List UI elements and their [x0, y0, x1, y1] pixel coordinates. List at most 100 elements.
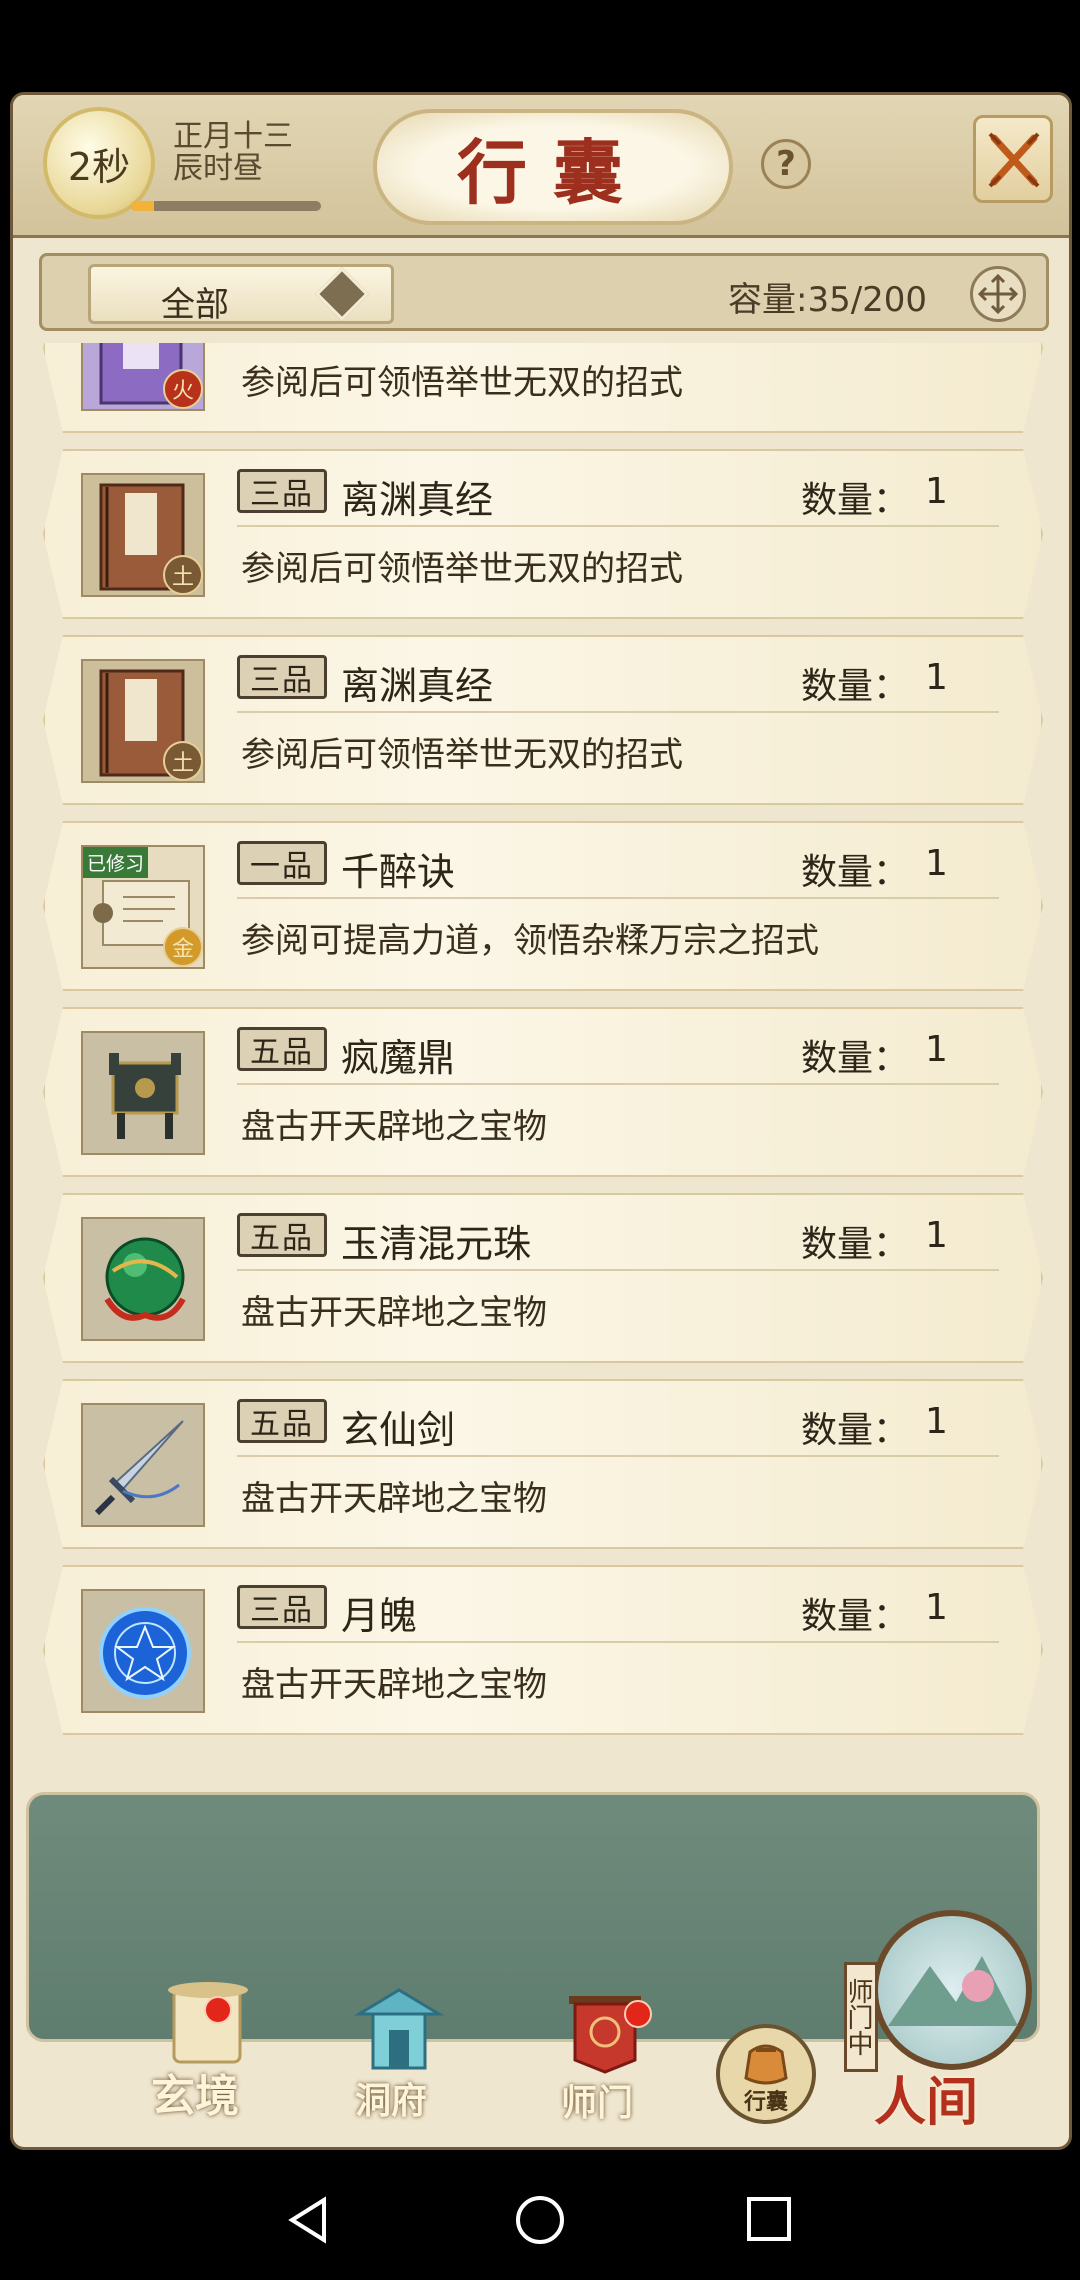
divider	[237, 711, 999, 713]
help-button[interactable]: ?	[761, 139, 811, 189]
quantity-value: 1	[925, 1401, 948, 1442]
grade-badge: 五品	[237, 1027, 327, 1071]
jade-orb-icon	[81, 1217, 205, 1341]
grade-badge: 三品	[237, 655, 327, 699]
list-item[interactable]: 三品 月魄 数量： 1 盘古开天辟地之宝物	[43, 1565, 1043, 1735]
learned-tag: 已修习	[83, 847, 149, 878]
element-badge: 金	[163, 927, 203, 967]
item-name: 离渊真经	[341, 664, 494, 708]
item-description: 盘古开天辟地之宝物	[241, 1479, 547, 1519]
grade-badge: 一品	[237, 841, 327, 885]
back-icon[interactable]	[286, 2196, 330, 2244]
sword-icon	[81, 1403, 205, 1527]
notification-dot	[204, 1996, 232, 2024]
brown-manual-icon: 土	[81, 473, 205, 597]
divider	[237, 897, 999, 899]
quantity-label: 数量：	[801, 1224, 910, 1265]
day-progress-bar	[131, 201, 321, 211]
item-description: 盘古开天辟地之宝物	[241, 1293, 547, 1333]
date-text: 正月十三 辰时昼	[173, 121, 293, 185]
grade-badge: 三品	[237, 469, 327, 513]
item-description: 盘古开天辟地之宝物	[241, 1665, 547, 1705]
nav-xuanjing[interactable]: 玄境	[120, 1980, 270, 2140]
nav-dongfu[interactable]: 洞府	[326, 1984, 456, 2134]
brown-manual-icon: 土	[81, 659, 205, 783]
item-name: 玉清混元珠	[341, 1222, 532, 1266]
scroll-icon: 已修习 金	[81, 845, 205, 969]
element-badge: 火	[163, 369, 203, 409]
item-name: 月魄	[341, 1594, 418, 1638]
home-icon[interactable]	[514, 2194, 566, 2246]
list-item[interactable]: 五品 玄仙剑 数量： 1 盘古开天辟地之宝物	[43, 1379, 1043, 1549]
nav-xingnang[interactable]: 行囊	[716, 2024, 816, 2124]
item-description: 参阅后可领悟举世无双的招式	[241, 549, 683, 589]
item-description: 参阅后可领悟举世无双的招式	[241, 363, 683, 403]
quantity-label: 数量：	[801, 1038, 910, 1079]
moon-orb-icon	[81, 1589, 205, 1713]
timer-text: 2秒	[67, 144, 131, 189]
item-name: 千醉诀	[341, 850, 456, 894]
item-description: 参阅后可领悟举世无双的招式	[241, 735, 683, 775]
system-nav-bar	[0, 2150, 1080, 2280]
quantity-value: 1	[925, 1029, 948, 1070]
divider	[237, 1641, 999, 1643]
quantity-label: 数量：	[801, 852, 910, 893]
page-title: 行囊	[373, 109, 733, 225]
landscape-orb-icon	[872, 1910, 1032, 2070]
list-item[interactable]: 已修习 金 一品 千醉诀 数量： 1 参阅可提高力道，领悟杂糅万宗之招式	[43, 821, 1043, 991]
quantity-value: 1	[925, 471, 948, 512]
divider	[237, 525, 999, 527]
list-item[interactable]: 五品 玉清混元珠 数量： 1 盘古开天辟地之宝物	[43, 1193, 1043, 1363]
nav-label: 行囊	[743, 2089, 788, 2115]
list-item[interactable]: 五品 疯魔鼎 数量： 1 盘古开天辟地之宝物	[43, 1007, 1043, 1177]
item-name: 疯魔鼎	[341, 1036, 456, 1080]
close-button[interactable]	[973, 115, 1053, 203]
quantity-label: 数量：	[801, 480, 910, 521]
item-list[interactable]: 火 参阅后可领悟举世无双的招式 土 三品 离渊真经 数量： 1 参阅后可领悟举世…	[13, 343, 1069, 1826]
dropdown-diamond-icon	[315, 267, 369, 321]
status-tag: 师门中	[843, 1962, 878, 2072]
item-description: 参阅可提高力道，领悟杂糅万宗之招式	[241, 921, 819, 961]
item-description: 盘古开天辟地之宝物	[241, 1107, 547, 1147]
recents-icon[interactable]	[746, 2196, 792, 2242]
category-label: 全部	[161, 285, 229, 325]
nav-label: 师门	[560, 2082, 633, 2124]
status-bar	[0, 0, 1080, 92]
bag-icon	[744, 2044, 788, 2085]
capacity-label: 容量:35/200	[728, 280, 928, 320]
close-icon	[988, 132, 1040, 188]
expand-capacity-icon[interactable]	[970, 266, 1026, 322]
list-item[interactable]: 土 三品 离渊真经 数量： 1 参阅后可领悟举世无双的招式	[43, 635, 1043, 805]
divider	[237, 1269, 999, 1271]
lunar-date: 正月十三	[173, 119, 293, 154]
purple-manual-icon: 火	[81, 343, 205, 411]
nav-shimen[interactable]: 师门	[532, 1990, 662, 2140]
cauldron-icon	[81, 1031, 205, 1155]
header: 2秒 正月十三 辰时昼 行囊 ?	[13, 95, 1069, 238]
nav-renjian[interactable]: 师门中 人间	[843, 1910, 1044, 2133]
grade-badge: 三品	[237, 1585, 327, 1629]
divider	[237, 1455, 999, 1457]
category-dropdown[interactable]: 全部	[88, 264, 394, 325]
nav-label: 洞府	[354, 2080, 427, 2122]
grade-badge: 五品	[237, 1399, 327, 1443]
list-item[interactable]: 土 三品 离渊真经 数量： 1 参阅后可领悟举世无双的招式	[43, 449, 1043, 619]
divider	[237, 1083, 999, 1085]
element-badge: 土	[163, 555, 203, 595]
quantity-value: 1	[925, 657, 948, 698]
quantity-label: 数量：	[801, 1596, 910, 1637]
scroll-nav-icon	[167, 1982, 248, 2064]
filter-bar: 全部 容量:35/200	[39, 253, 1049, 331]
time-period: 辰时昼	[173, 151, 263, 186]
quantity-value: 1	[925, 1215, 948, 1256]
grade-badge: 五品	[237, 1213, 327, 1257]
item-name: 离渊真经	[341, 478, 494, 522]
element-badge: 土	[163, 741, 203, 781]
list-item[interactable]: 火 参阅后可领悟举世无双的招式	[43, 343, 1043, 433]
help-icon: ?	[776, 144, 796, 184]
quantity-value: 1	[925, 843, 948, 884]
item-name: 玄仙剑	[341, 1408, 456, 1452]
quantity-label: 数量：	[801, 1410, 910, 1451]
quantity-value: 1	[925, 1587, 948, 1628]
pavilion-icon	[353, 1988, 444, 2070]
